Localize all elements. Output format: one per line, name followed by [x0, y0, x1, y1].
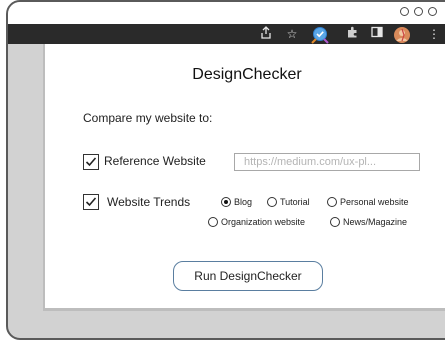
popup-title: DesignChecker	[192, 66, 302, 83]
run-designchecker-button[interactable]: Run DesignChecker	[173, 261, 323, 291]
website-trends-checkbox[interactable]	[83, 194, 99, 210]
radio-personal-website[interactable]: Personal website	[327, 197, 409, 207]
radio-news-magazine[interactable]: News/Magazine	[330, 217, 407, 227]
radio-organization-website-label: Organization website	[221, 217, 306, 227]
star-icon[interactable]: ☆	[285, 26, 299, 42]
radio-organization-website[interactable]: Organization website	[208, 217, 305, 227]
puzzle-icon[interactable]	[346, 26, 360, 42]
radio-personal-website-label: Personal website	[340, 197, 409, 207]
title-bar	[8, 2, 445, 25]
extension-popup: DesignChecker Compare my website to: Ref…	[45, 44, 445, 308]
radio-unselected-icon	[330, 217, 340, 227]
radio-blog[interactable]: Blog	[221, 197, 252, 207]
profile-icon[interactable]	[393, 26, 411, 43]
browser-window: ☆ ⋮ DesignChecker Compare my website to:…	[6, 0, 445, 340]
radio-unselected-icon	[267, 197, 277, 207]
radio-blog-label: Blog	[234, 197, 253, 207]
browser-toolbar: ☆ ⋮	[8, 24, 445, 44]
compare-subtitle: Compare my website to:	[83, 111, 213, 125]
radio-tutorial[interactable]: Tutorial	[267, 197, 310, 207]
checkmark-icon	[85, 157, 97, 167]
window-control-right[interactable]	[428, 7, 437, 16]
checkmark-icon	[85, 197, 97, 207]
extension-active-icon[interactable]	[310, 26, 330, 44]
radio-selected-icon	[221, 197, 231, 207]
radio-unselected-icon	[327, 197, 337, 207]
reference-url-input[interactable]: https://medium.com/ux-pl...	[234, 153, 420, 171]
kebab-menu-icon[interactable]: ⋮	[428, 26, 440, 42]
radio-news-magazine-label: News/Magazine	[343, 217, 408, 227]
reference-website-checkbox[interactable]	[83, 154, 99, 170]
window-control-left[interactable]	[400, 7, 409, 16]
reference-website-label: Reference Website	[104, 154, 206, 168]
website-trends-label: Website Trends	[107, 195, 191, 209]
sidebar-icon[interactable]	[370, 26, 384, 42]
window-control-middle[interactable]	[414, 7, 423, 16]
radio-unselected-icon	[208, 217, 218, 227]
radio-tutorial-label: Tutorial	[280, 197, 310, 207]
share-icon[interactable]	[259, 26, 273, 42]
